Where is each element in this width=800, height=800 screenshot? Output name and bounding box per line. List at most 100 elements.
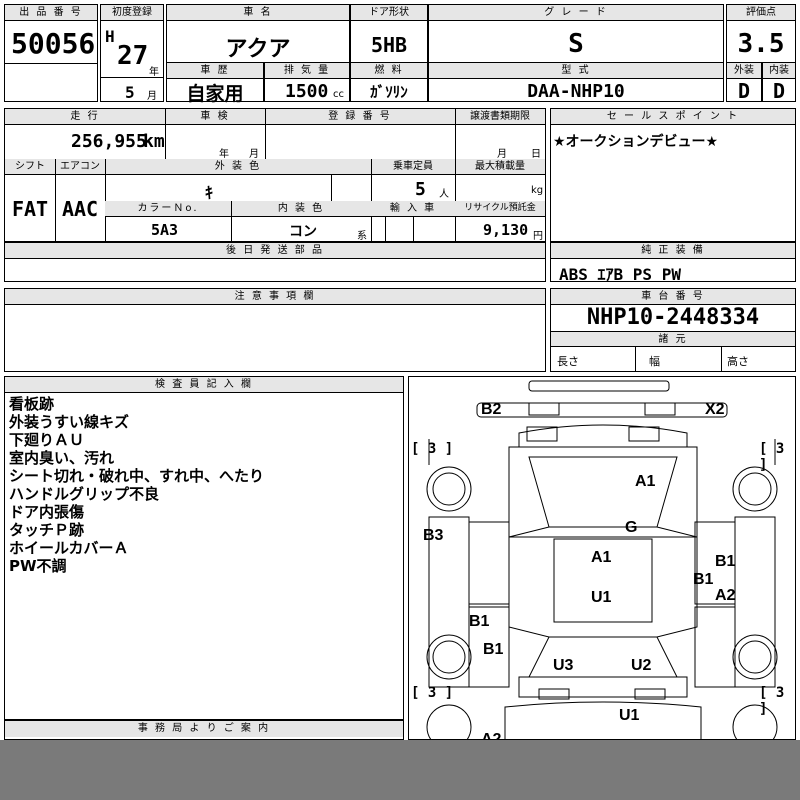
displacement-box: 排 気 量 1500 cc (264, 62, 350, 102)
ext-color-label: 外 装 色 (105, 159, 371, 175)
door-type: 5HB (370, 33, 408, 57)
door-label: ドア形状 (351, 5, 427, 21)
capacity: 5 (415, 179, 426, 200)
recycle-unit: 円 (533, 231, 543, 242)
car-name: アクア (225, 37, 291, 62)
first-registration-label: 初度登録 (101, 5, 163, 21)
tire-tread-front-right: [ 3 ] (759, 441, 785, 473)
era: H (105, 27, 115, 46)
registration-month: 5 (125, 83, 135, 102)
month-unit: 月 (147, 91, 157, 102)
max-load-unit: kg (531, 185, 544, 196)
grade-label: グ レ ー ド (429, 5, 723, 21)
height-label: 高さ (727, 355, 749, 368)
damage-mark-right-front-door: B1 (715, 553, 736, 570)
transfer-day-unit: 日 (531, 149, 541, 160)
interior-label: 内装 (763, 63, 795, 79)
inspector-box: 検 査 員 記 入 欄 看板跡 外装うすい線キズ 下廻りＡＵ 室内臭い、汚れ シ… (4, 376, 404, 720)
transfer-month-unit: 月 (497, 149, 507, 160)
model-code: DAA-NHP10 (527, 81, 625, 102)
capacity-label: 乗車定員 (371, 159, 455, 175)
color-no-label: カラーＮo. (105, 201, 231, 217)
later-parts-box: 後 日 発 送 部 品 (4, 242, 546, 282)
inspection-month-unit: 月 (249, 149, 259, 160)
capacity-unit: 人 (439, 189, 449, 200)
sales-point-label: セ ー ル ス ポ イ ン ト (551, 109, 795, 125)
history: 自家用 (186, 83, 244, 105)
int-color: コン (289, 224, 317, 240)
model-code-label: 型 式 (429, 63, 723, 79)
lot-number-label: 出 品 番 号 (5, 5, 97, 21)
displacement: 1500 (285, 81, 329, 102)
displacement-label: 排 気 量 (265, 63, 349, 79)
transfer-label: 譲渡書類期限 (455, 109, 545, 125)
exterior-label: 外装 (727, 63, 761, 79)
damage-mark-trunk-left: U3 (553, 657, 574, 674)
remark-line: ハンドルグリップ不良 (9, 485, 160, 503)
first-registration-box: 初度登録 H 27 年 5 月 (100, 4, 164, 102)
interior-grade: D (772, 79, 786, 103)
notes-box: 注 意 事 項 欄 (4, 288, 546, 372)
door-box: ドア形状 5HB (350, 4, 428, 64)
int-color-unit: 系 (357, 231, 367, 242)
lot-number-box: 出 品 番 号 50056 (4, 4, 98, 102)
score-box: 評価点 3.5 (726, 4, 796, 64)
remark-line: ホイールカバーＡ (9, 539, 129, 557)
damage-mark-front-bumper-left: B2 (481, 401, 502, 418)
history-label: 車 歴 (167, 63, 263, 79)
exterior-grade-box: 外装 D (726, 62, 762, 103)
max-load-label: 最大積載量 (455, 159, 545, 175)
grade-box: グ レ ー ド S (428, 4, 724, 64)
remark-line: 看板跡 (9, 395, 55, 413)
width-label: 幅 (649, 355, 660, 368)
fuel: ｶﾞｿﾘﾝ (370, 83, 408, 101)
ac: AAC (61, 197, 99, 221)
damage-mark-rear-bumper: U1 (619, 707, 640, 724)
remark-line: タッチＰ跡 (9, 521, 85, 539)
model-code-box: 型 式 DAA-NHP10 (428, 62, 724, 102)
damage-mark-left-quarter: B1 (483, 641, 504, 658)
damage-mark-right-rear-door: A2 (715, 587, 736, 604)
ac-label: エアコン (55, 159, 105, 175)
tire-tread-rear-left: [ 3 ] (411, 685, 454, 701)
chassis-box: 車 台 番 号 NHP10-2448334 諸 元 長さ 幅 高さ (550, 288, 796, 372)
remark-line: PW不調 (9, 557, 67, 575)
damage-mark-right-pillar: B1 (693, 571, 714, 588)
equipment-text: ABS ｴｱB PS PW (559, 265, 681, 284)
damage-mark-left-rear-door: B1 (469, 613, 490, 630)
displacement-unit: cc (333, 89, 344, 100)
shift: FAT (11, 197, 49, 221)
remark-line: シート切れ・破れ中、すれ中、へたり (9, 467, 265, 485)
grade: S (568, 29, 584, 59)
inspection-label: 車 検 (165, 109, 265, 125)
color-no: 5A3 (151, 221, 179, 239)
car-diagram-box: [ 3 ] [ 3 ] [ 3 ] [ 3 ] B2 X2 A1 G B3 A1… (408, 376, 796, 740)
footer-band (0, 740, 800, 800)
damage-mark-hood: A1 (635, 473, 656, 490)
sales-point-box: セ ー ル ス ポ イ ン ト ★オークションデビュー★ (550, 108, 796, 242)
damage-mark-left-fender: B3 (423, 527, 444, 544)
car-name-label: 車 名 (167, 5, 349, 21)
score-label: 評価点 (727, 5, 795, 21)
damage-mark-rear-lower: A2 (481, 731, 502, 740)
exterior-grade: D (737, 79, 751, 103)
damage-mark-trunk-right: U2 (631, 657, 652, 674)
damage-mark-roof-rear: U1 (591, 589, 612, 606)
remark-line: 下廻りＡＵ (9, 431, 85, 449)
mileage: 256,955 (71, 131, 147, 152)
chassis-label: 車 台 番 号 (551, 289, 795, 305)
score: 3.5 (737, 29, 785, 59)
remark-line: 外装うすい線キズ (9, 413, 130, 431)
history-box: 車 歴 自家用 (166, 62, 264, 105)
fuel-box: 燃 料 ｶﾞｿﾘﾝ (350, 62, 428, 102)
car-name-box: 車 名 アクア (166, 4, 350, 64)
damage-mark-roof-front: A1 (591, 549, 612, 566)
inspection-year-unit: 年 (219, 149, 229, 160)
tire-tread-front-left: [ 3 ] (411, 441, 454, 457)
year-unit: 年 (149, 67, 159, 78)
office-label: 事 務 局 よ り ご 案 内 (5, 721, 403, 737)
ext-color: ｷ (205, 183, 214, 202)
lot-number: 50056 (11, 27, 96, 60)
damage-mark-windshield: G (625, 519, 638, 536)
specs-label: 諸 元 (551, 331, 795, 347)
